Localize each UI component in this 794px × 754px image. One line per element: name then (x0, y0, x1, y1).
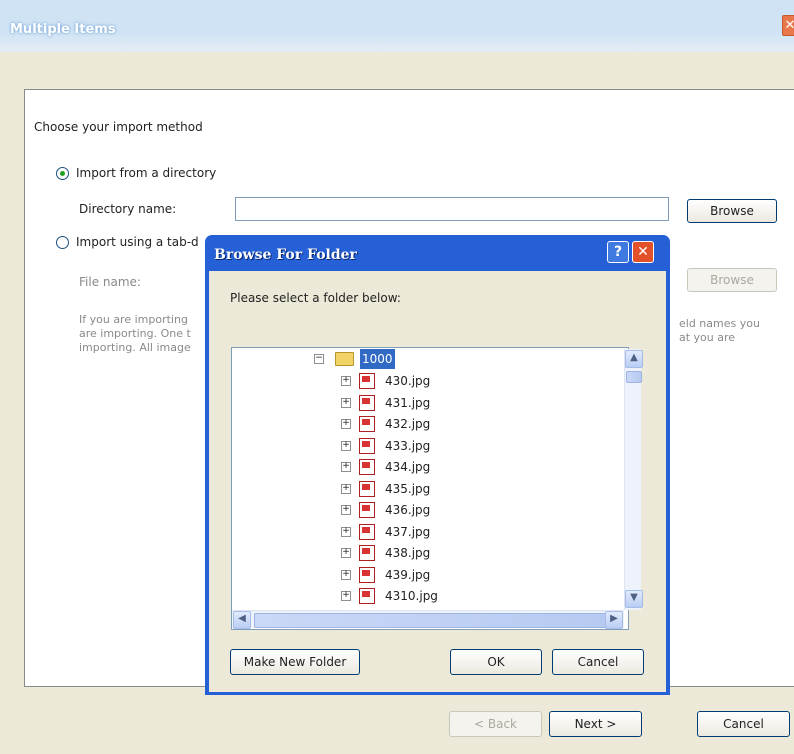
tree-item-label: 435.jpg (385, 481, 431, 496)
expand-icon[interactable]: + (341, 440, 351, 451)
dialog-help-button[interactable]: ? (607, 241, 629, 263)
folder-icon (335, 352, 354, 366)
scroll-right-arrow[interactable]: ▶ (605, 611, 623, 629)
image-file-icon (359, 459, 375, 475)
radio-import-file[interactable] (56, 236, 69, 249)
image-file-icon (359, 502, 375, 518)
folder-tree[interactable]: − 1000 +430.jpg +431.jpg +432.jpg +433.jpg +… (231, 347, 629, 630)
image-file-icon (359, 523, 375, 540)
window-close-button[interactable]: ✕ (782, 15, 794, 36)
description-line: importing. All image (79, 341, 191, 354)
horizontal-scrollbar[interactable]: ◀ ▶ (232, 610, 624, 629)
import-method-heading: Choose your import method (34, 120, 203, 134)
back-button[interactable]: < Back (449, 711, 542, 737)
dialog-close-button[interactable]: ✕ (632, 241, 654, 263)
image-file-icon (359, 373, 375, 389)
expand-icon[interactable]: + (341, 505, 351, 515)
image-file-icon (359, 566, 375, 583)
expand-icon[interactable]: + (341, 569, 351, 580)
dialog-cancel-button[interactable]: Cancel (552, 649, 644, 675)
tree-item-file[interactable]: +437.jpg (232, 522, 622, 542)
description-line: are importing. One t (79, 327, 191, 340)
tree-item-file[interactable]: +439.jpg (232, 565, 622, 585)
tree-item-label: 433.jpg (385, 438, 431, 453)
image-file-icon (359, 545, 375, 561)
tree-item-label: 437.jpg (385, 524, 431, 539)
tree-item-file[interactable]: +432.jpg (232, 414, 622, 434)
browse-file-button[interactable]: Browse (687, 268, 777, 292)
tree-item-file[interactable]: +435.jpg (232, 479, 622, 499)
tree-item-label: 438.jpg (385, 546, 431, 560)
expand-icon[interactable]: + (341, 462, 351, 472)
cancel-button[interactable]: Cancel (697, 711, 790, 737)
expand-icon[interactable]: + (341, 483, 351, 494)
image-file-icon (359, 480, 375, 497)
import-file-label: Import using a tab-d (76, 235, 199, 249)
expand-icon[interactable]: + (341, 397, 351, 408)
dialog-title: Browse For Folder (214, 247, 357, 263)
image-file-icon (359, 437, 375, 454)
description-line: If you are importing (79, 313, 188, 326)
tree-item-folder[interactable]: − 1000 (232, 349, 622, 369)
expand-icon[interactable]: + (341, 419, 351, 429)
tree-item-label: 4310.jpg (385, 589, 438, 603)
tree-item-file[interactable]: +434.jpg (232, 457, 622, 477)
image-file-icon (359, 416, 375, 432)
horizontal-scroll-thumb[interactable] (254, 613, 610, 628)
tree-item-file[interactable]: +430.jpg (232, 371, 622, 391)
description-line: at you are (679, 331, 736, 344)
ok-button[interactable]: OK (450, 649, 542, 675)
tree-item-label: 434.jpg (385, 460, 431, 474)
directory-name-input[interactable] (235, 197, 669, 221)
browse-directory-button[interactable]: Browse (687, 199, 777, 223)
scroll-down-arrow[interactable]: ▼ (625, 590, 643, 608)
image-file-icon (359, 394, 375, 411)
tree-item-label: 1000 (360, 349, 395, 369)
next-button[interactable]: Next > (549, 711, 642, 737)
tree-item-file[interactable]: +436.jpg (232, 500, 622, 520)
expand-icon[interactable]: + (341, 548, 351, 558)
vertical-scroll-thumb[interactable] (626, 371, 642, 383)
tree-item-label: 439.jpg (385, 567, 431, 582)
tree-item-label: 432.jpg (385, 417, 431, 431)
file-name-label: File name: (79, 275, 141, 289)
tree-item-label: 430.jpg (385, 374, 431, 388)
footer-bar (0, 688, 794, 754)
window-title: Multiple Items (10, 22, 116, 37)
image-file-icon (359, 588, 375, 604)
tree-item-label: 436.jpg (385, 503, 431, 517)
expand-icon[interactable]: + (341, 591, 351, 601)
expand-icon[interactable]: + (341, 526, 351, 537)
header-band (0, 52, 794, 90)
directory-name-label: Directory name: (79, 202, 177, 216)
scroll-left-arrow[interactable]: ◀ (233, 611, 251, 629)
import-directory-label: Import from a directory (76, 166, 217, 180)
collapse-icon[interactable]: − (314, 354, 324, 364)
vertical-scrollbar[interactable]: ▲ ▼ (624, 349, 643, 610)
description-line: eld names you (679, 317, 760, 330)
tree-item-label: 431.jpg (385, 395, 431, 410)
tree-item-file[interactable]: +438.jpg (232, 543, 622, 563)
radio-import-directory[interactable] (56, 167, 69, 180)
make-new-folder-button[interactable]: Make New Folder (230, 649, 360, 675)
dialog-instruction: Please select a folder below: (230, 291, 401, 305)
main-titlebar (0, 0, 794, 52)
tree-item-file[interactable]: +433.jpg (232, 436, 622, 456)
expand-icon[interactable]: + (341, 376, 351, 386)
tree-item-file[interactable]: +4310.jpg (232, 586, 622, 606)
tree-item-file[interactable]: +431.jpg (232, 393, 622, 413)
scroll-up-arrow[interactable]: ▲ (625, 350, 643, 368)
